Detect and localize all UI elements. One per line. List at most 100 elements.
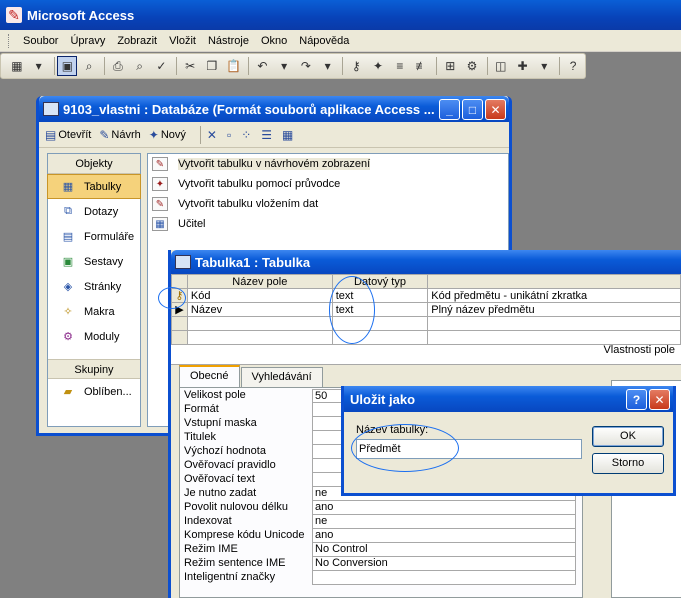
tab-general[interactable]: Obecné — [179, 365, 240, 387]
ok-button[interactable]: OK — [592, 426, 664, 447]
list-item[interactable]: ✎ Vytvořit tabulku vložením dat — [148, 194, 508, 214]
open-button[interactable]: ▤ Otevřít — [45, 128, 91, 142]
description-cell[interactable]: Kód předmětu - unikátní zkratka — [427, 288, 681, 303]
small-icons-button[interactable]: ⁘ — [241, 128, 253, 142]
database-window-icon[interactable]: ◫ — [491, 56, 511, 76]
description-cell[interactable]: Plný název předmětu — [427, 302, 681, 317]
list-item[interactable]: ▦ Učitel — [148, 214, 508, 234]
property-value[interactable]: No Conversion — [312, 557, 576, 571]
dropdown-arrow-icon[interactable]: ▾ — [274, 56, 294, 76]
field-name-header: Název pole — [186, 274, 333, 289]
object-macros[interactable]: ✧ Makra — [48, 299, 140, 324]
dropdown-arrow-icon[interactable]: ▾ — [29, 56, 49, 76]
annotation-ellipse-type — [329, 276, 375, 344]
spelling-icon[interactable]: ✓ — [152, 56, 172, 76]
menu-okno[interactable]: Okno — [255, 33, 293, 49]
help-button[interactable]: ? — [626, 389, 647, 410]
object-queries[interactable]: ⧉ Dotazy — [48, 199, 140, 224]
property-value[interactable]: ano — [312, 501, 576, 515]
object-modules[interactable]: ⚙ Moduly — [48, 324, 140, 349]
dropdown-arrow-icon[interactable]: ▾ — [318, 56, 338, 76]
table-row[interactable]: ⚷ Kód text Kód předmětu - unikátní zkrat… — [171, 288, 681, 303]
tab-lookup[interactable]: Vyhledávání — [240, 367, 323, 387]
properties-icon[interactable]: ⊞ — [440, 56, 460, 76]
property-row[interactable]: Komprese kódu Unicode ano — [180, 529, 582, 543]
cancel-button[interactable]: Storno — [592, 453, 664, 474]
delete-button[interactable]: ✕ — [207, 128, 219, 142]
search-icon[interactable]: ⌕ — [79, 56, 99, 76]
property-row[interactable]: Režim sentence IME No Conversion — [180, 557, 582, 571]
close-button[interactable]: ✕ — [649, 389, 670, 410]
property-value[interactable]: ano — [312, 529, 576, 543]
maximize-button[interactable]: □ — [462, 99, 483, 120]
toolbar-separator — [248, 57, 250, 75]
redo-icon[interactable]: ↷ — [296, 56, 316, 76]
cut-icon[interactable]: ✂ — [180, 56, 200, 76]
group-favorites[interactable]: ▰ Oblíben... — [48, 379, 140, 404]
close-button[interactable]: ✕ — [485, 99, 506, 120]
build-icon[interactable]: ⚙ — [462, 56, 482, 76]
list-view-button[interactable]: ☰ — [261, 128, 274, 142]
property-value[interactable] — [312, 571, 576, 585]
annotation-ellipse-key — [158, 287, 186, 309]
groups-header[interactable]: Skupiny — [48, 359, 140, 379]
help-icon[interactable]: ? — [563, 56, 583, 76]
insert-rows-icon[interactable]: ≡ — [390, 56, 410, 76]
dropdown-arrow-icon[interactable]: ▾ — [534, 56, 554, 76]
list-item[interactable]: ✦ Vytvořit tabulku pomocí průvodce — [148, 174, 508, 194]
property-value[interactable]: ne — [312, 515, 576, 529]
view-icon[interactable]: ▦ — [7, 56, 27, 76]
object-forms[interactable]: ▤ Formuláře — [48, 224, 140, 249]
menubar-grip[interactable] — [8, 33, 11, 48]
database-window-titlebar[interactable]: 9103_vlastni : Databáze (Formát souborů … — [39, 96, 509, 122]
delete-rows-icon[interactable]: ≢ — [412, 56, 432, 76]
property-row[interactable]: Indexovat ne — [180, 515, 582, 529]
object-reports[interactable]: ▣ Sestavy — [48, 249, 140, 274]
table-row[interactable] — [171, 330, 681, 345]
object-pages[interactable]: ◈ Stránky — [48, 274, 140, 299]
undo-icon[interactable]: ↶ — [252, 56, 272, 76]
field-name-cell[interactable]: Kód — [186, 288, 333, 303]
field-name-cell[interactable]: Název — [186, 302, 333, 317]
property-row[interactable]: Režim IME No Control — [180, 543, 582, 557]
new-button[interactable]: ✦ Nový — [149, 128, 186, 142]
design-button[interactable]: ✎ Návrh — [99, 128, 140, 142]
large-icons-button[interactable]: ▫ — [227, 128, 233, 142]
table-icon: ▦ — [62, 181, 74, 193]
new-object-icon[interactable]: ✚ — [513, 56, 533, 76]
property-value[interactable]: No Control — [312, 543, 576, 557]
table-row[interactable] — [171, 316, 681, 331]
menu-upravy[interactable]: Úpravy — [64, 33, 111, 49]
paste-icon[interactable]: 📋 — [224, 56, 244, 76]
menu-zobrazit[interactable]: Zobrazit — [111, 33, 163, 49]
object-tables[interactable]: ▦ Tabulky — [47, 174, 141, 199]
details-view-button[interactable]: ▦ — [282, 128, 295, 142]
objects-header[interactable]: Objekty — [48, 154, 140, 174]
menu-napoveda[interactable]: Nápověda — [293, 33, 355, 49]
list-view-icon: ☰ — [261, 127, 273, 142]
list-item[interactable]: ✎ Vytvořit tabulku v návrhovém zobrazení — [148, 154, 508, 174]
menu-nastroje[interactable]: Nástroje — [202, 33, 255, 49]
design-icon: ✎ — [99, 127, 110, 142]
menu-soubor[interactable]: Soubor — [17, 33, 64, 49]
menu-vlozit[interactable]: Vložit — [163, 33, 202, 49]
builder-icon[interactable]: ✦ — [368, 56, 388, 76]
minimize-button[interactable]: _ — [439, 99, 460, 120]
property-row[interactable]: Povolit nulovou délku ano — [180, 501, 582, 515]
description-cell[interactable] — [427, 330, 681, 345]
save-icon[interactable]: ▣ — [57, 56, 78, 76]
table-row[interactable]: ▶ Název text Plný název předmětu — [171, 302, 681, 317]
property-row[interactable]: Inteligentní značky — [180, 571, 582, 585]
field-name-cell[interactable] — [186, 330, 333, 345]
design-view-icon: ✎ — [152, 157, 168, 171]
row-selector[interactable] — [171, 316, 188, 331]
row-selector[interactable] — [171, 330, 188, 345]
print-preview-icon[interactable]: ⌕ — [130, 56, 150, 76]
table-window-titlebar[interactable]: Tabulka1 : Tabulka — [171, 250, 681, 274]
field-name-cell[interactable] — [186, 316, 333, 331]
copy-icon[interactable]: ❐ — [202, 56, 222, 76]
print-icon[interactable]: ⎙ — [108, 56, 128, 76]
description-cell[interactable] — [427, 316, 681, 331]
primary-key-icon[interactable]: ⚷ — [346, 56, 366, 76]
dialog-titlebar[interactable]: Uložit jako ? ✕ — [344, 386, 673, 412]
